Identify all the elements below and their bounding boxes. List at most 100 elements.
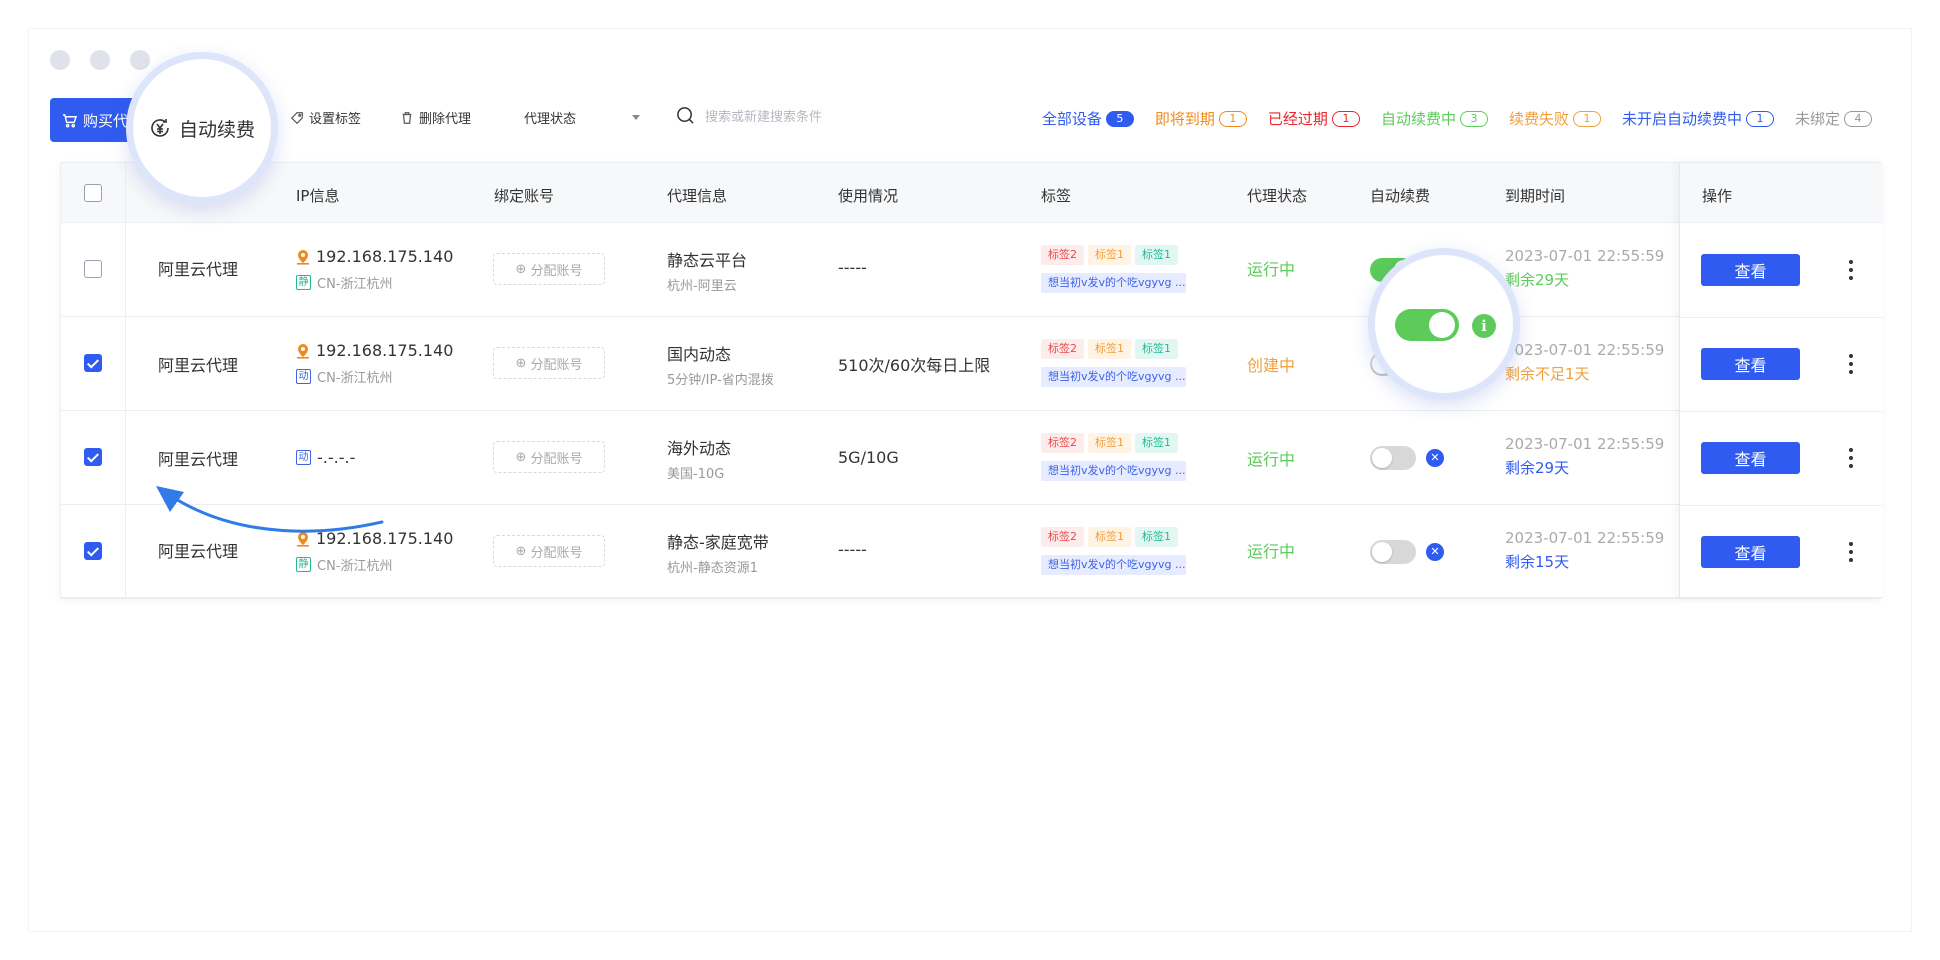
assign-account-button[interactable]: ⊕ 分配账号 (493, 441, 605, 473)
tag-list: 标签2 标签1 标签1 想当初v发v的个吃vgyvg ... (1041, 525, 1201, 575)
plus-circle-icon: ⊕ (515, 543, 527, 559)
tag: 标签2 (1041, 339, 1084, 359)
count-badge: 1 (1218, 110, 1247, 127)
filter-renew-failed[interactable]: 续费失败 1 (1509, 108, 1601, 129)
ip-text: 192.168.175.140 (316, 247, 454, 266)
expire-date: 2023-07-01 22:55:59 (1505, 247, 1665, 265)
operations-header: 操作 (1680, 163, 1883, 223)
row-checkbox[interactable] (84, 448, 102, 466)
row-checkbox[interactable] (84, 354, 102, 372)
proxy-subtitle: 美国-10G (667, 467, 725, 482)
filter-auto-renewing[interactable]: 自动续费中 3 (1381, 108, 1488, 129)
row-checkbox[interactable] (84, 542, 102, 560)
count-badge: 3 (1459, 110, 1488, 127)
plus-circle-icon: ⊕ (515, 261, 527, 277)
view-button[interactable]: 查看 (1701, 348, 1800, 380)
window-dot-maximize[interactable] (130, 50, 150, 70)
more-vertical-icon[interactable] (1848, 448, 1854, 468)
location-text: CN-浙江杭州 (317, 371, 393, 386)
row-divider (1680, 411, 1883, 412)
proxy-subtitle: 5分钟/IP-省内混拨 (667, 373, 774, 388)
count-badge: 1 (1331, 110, 1360, 127)
filter-auto-renew-off[interactable]: 未开启自动续费中 1 (1622, 108, 1774, 129)
assign-account-button[interactable]: ⊕ 分配账号 (493, 535, 605, 567)
remaining-days: 剩余15天 (1505, 553, 1570, 571)
more-vertical-icon[interactable] (1848, 354, 1854, 374)
location-text: CN-浙江杭州 (317, 559, 393, 574)
proxy-status-select-label: 代理状态 (524, 112, 577, 127)
plus-circle-icon: ⊕ (515, 449, 527, 465)
proxy-name: 阿里云代理 (158, 450, 239, 469)
close-icon[interactable]: ✕ (1426, 449, 1444, 467)
auto-renew-toggle-zoomed[interactable] (1395, 309, 1459, 341)
auto-renew-toggle[interactable] (1370, 446, 1416, 470)
select-all-checkbox[interactable] (84, 184, 102, 202)
table-row: 阿里云代理 192.168.175.140 静 CN-浙江杭州 ⊕ 分配账号 静… (61, 223, 1881, 317)
proxy-title: 海外动态 (667, 439, 732, 458)
proxy-subtitle: 杭州-静态资源1 (667, 561, 758, 576)
header-usage: 使用情况 (838, 187, 899, 205)
ip-text: -.-.-.- (317, 448, 356, 467)
ip-location: 动 CN-浙江杭州 (296, 367, 393, 386)
search-icon (677, 107, 694, 124)
filter-all-devices[interactable]: 全部设备 5 (1042, 108, 1134, 129)
view-button[interactable]: 查看 (1701, 442, 1800, 474)
annotation-arrow (156, 486, 384, 533)
proxy-title: 国内动态 (667, 345, 732, 364)
tag: 标签2 (1041, 527, 1084, 547)
search-input[interactable]: 搜索或新建搜索条件 (676, 106, 822, 125)
tag: 标签1 (1088, 433, 1131, 453)
info-icon[interactable]: i (1472, 314, 1496, 338)
count-badge: 1 (1572, 110, 1601, 127)
filter-expired[interactable]: 已经过期 1 (1268, 108, 1360, 129)
dynamic-type-badge: 动 (296, 369, 311, 384)
proxy-state: 运行中 (1247, 450, 1296, 469)
window-dot-minimize[interactable] (90, 50, 110, 70)
tag: 想当初v发v的个吃vgyvg ... (1041, 555, 1186, 575)
filter-label: 自动续费中 (1380, 110, 1456, 128)
view-button[interactable]: 查看 (1701, 254, 1800, 286)
assign-account-button[interactable]: ⊕ 分配账号 (493, 253, 605, 285)
auto-renew-toggle[interactable] (1370, 540, 1416, 564)
tag: 标签1 (1135, 527, 1178, 547)
more-vertical-icon[interactable] (1848, 542, 1854, 562)
filter-label: 续费失败 (1508, 110, 1569, 128)
ip-address: 192.168.175.140 (296, 341, 453, 360)
assign-account-label: 分配账号 (530, 451, 583, 467)
count-badge: 1 (1745, 110, 1774, 127)
assign-account-label: 分配账号 (530, 263, 583, 279)
assign-account-button[interactable]: ⊕ 分配账号 (493, 347, 605, 379)
header-proxy-info: 代理信息 (667, 187, 728, 205)
expire-date: 2023-07-01 22:55:59 (1505, 529, 1665, 547)
location-text: CN-浙江杭州 (317, 277, 393, 292)
proxy-status-select[interactable]: 代理状态 (524, 108, 640, 127)
tag-list: 标签2 标签1 标签1 想当初v发v的个吃vgyvg ... (1041, 337, 1201, 387)
proxy-title: 静态-家庭宽带 (667, 533, 769, 552)
header-account: 绑定账号 (494, 187, 555, 205)
dynamic-type-badge: 动 (296, 450, 311, 465)
ip-address: 动 -.-.-.- (296, 448, 355, 467)
tag: 想当初v发v的个吃vgyvg ... (1041, 461, 1186, 481)
filter-expiring-soon[interactable]: 即将到期 1 (1155, 108, 1247, 129)
delete-proxy-label: 删除代理 (419, 112, 472, 127)
remaining-days: 剩余不足1天 (1505, 365, 1590, 383)
buy-proxy-label: 购买代 (83, 111, 129, 130)
header-auto-renew: 自动续费 (1370, 187, 1431, 205)
proxy-title: 静态云平台 (667, 251, 748, 270)
more-vertical-icon[interactable] (1848, 260, 1854, 280)
row-checkbox[interactable] (84, 260, 102, 278)
tag: 想当初v发v的个吃vgyvg ... (1041, 367, 1186, 387)
count-badge: 4 (1844, 110, 1872, 127)
view-button[interactable]: 查看 (1701, 536, 1800, 568)
tag-list: 标签2 标签1 标签1 想当初v发v的个吃vgyvg ... (1041, 431, 1201, 481)
close-icon[interactable]: ✕ (1426, 543, 1444, 561)
static-type-badge: 静 (296, 275, 311, 290)
tag: 标签2 (1041, 245, 1084, 265)
tag: 标签1 (1088, 339, 1131, 359)
filter-unbound[interactable]: 未绑定 4 (1795, 108, 1872, 129)
location-pin-icon (297, 249, 309, 265)
window-dot-close[interactable] (50, 50, 70, 70)
tag: 标签2 (1041, 433, 1084, 453)
delete-proxy-button[interactable]: 删除代理 (400, 108, 471, 127)
set-tag-button[interactable]: 设置标签 (290, 108, 361, 127)
